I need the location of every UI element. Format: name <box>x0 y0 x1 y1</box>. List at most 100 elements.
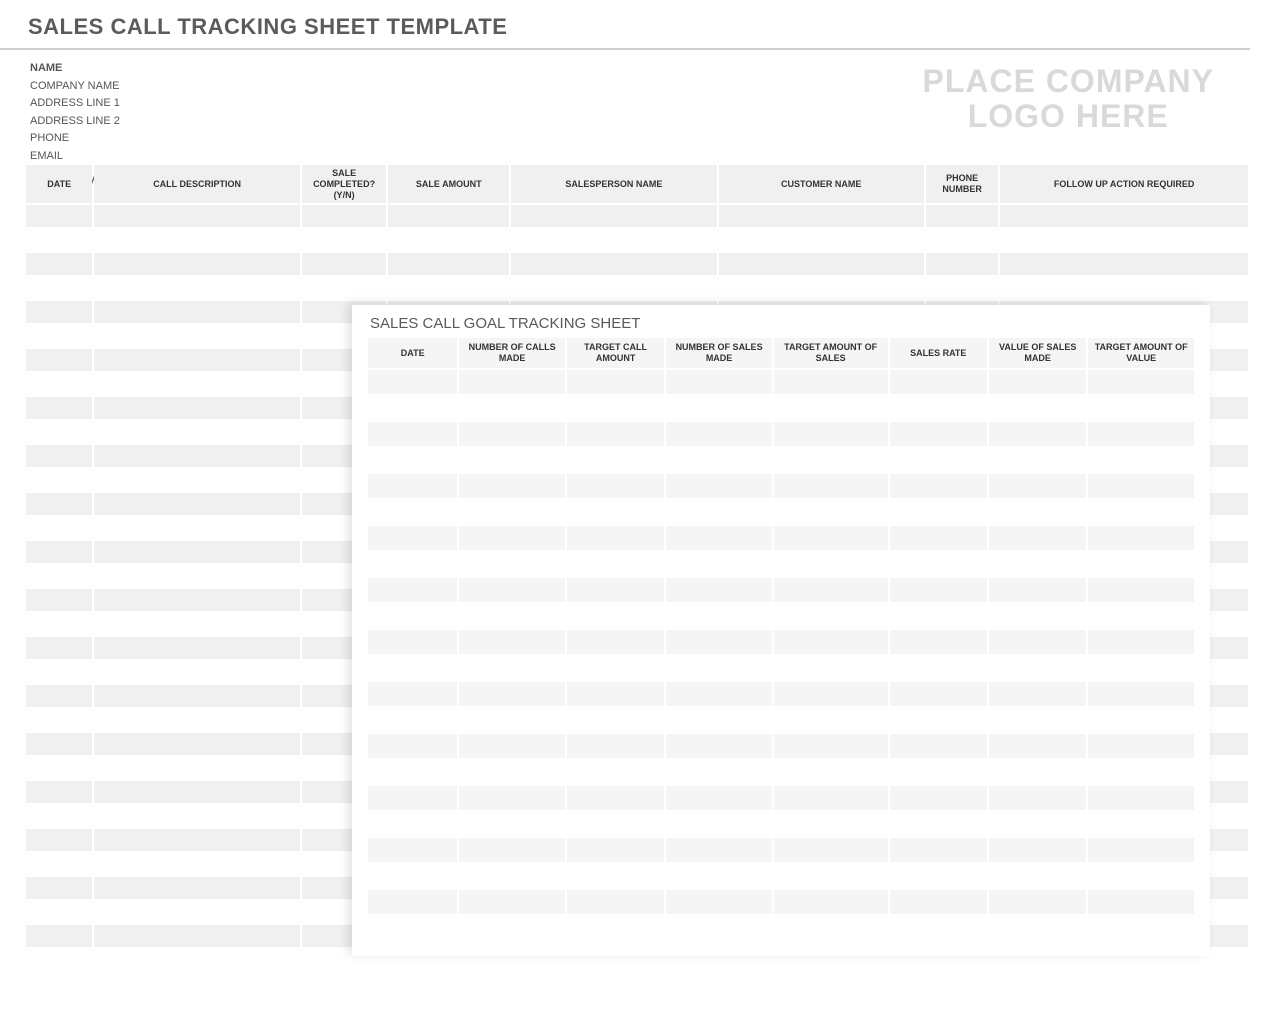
table-cell[interactable] <box>890 656 987 680</box>
table-cell[interactable] <box>774 656 888 680</box>
table-cell[interactable] <box>459 370 565 394</box>
table-cell[interactable] <box>459 708 565 732</box>
table-cell[interactable] <box>774 916 888 940</box>
table-cell[interactable] <box>94 805 299 827</box>
table-cell[interactable] <box>774 630 888 654</box>
table-cell[interactable] <box>989 604 1086 628</box>
table-cell[interactable] <box>1000 229 1248 251</box>
table-cell[interactable] <box>890 500 987 524</box>
table-cell[interactable] <box>989 864 1086 888</box>
table-cell[interactable] <box>666 812 772 836</box>
table-cell[interactable] <box>368 448 457 472</box>
table-cell[interactable] <box>94 373 299 395</box>
table-cell[interactable] <box>1088 552 1194 576</box>
table-cell[interactable] <box>26 709 92 731</box>
table-cell[interactable] <box>567 734 664 758</box>
table-cell[interactable] <box>567 916 664 940</box>
table-cell[interactable] <box>774 682 888 706</box>
table-cell[interactable] <box>774 786 888 810</box>
table-cell[interactable] <box>567 500 664 524</box>
table-cell[interactable] <box>368 916 457 940</box>
table-cell[interactable] <box>94 541 299 563</box>
table-cell[interactable] <box>94 229 299 251</box>
table-cell[interactable] <box>459 786 565 810</box>
table-cell[interactable] <box>26 469 92 491</box>
table-cell[interactable] <box>989 812 1086 836</box>
table-cell[interactable] <box>26 397 92 419</box>
table-cell[interactable] <box>94 493 299 515</box>
table-cell[interactable] <box>94 349 299 371</box>
table-cell[interactable] <box>94 301 299 323</box>
table-cell[interactable] <box>567 864 664 888</box>
table-cell[interactable] <box>511 277 716 299</box>
table-cell[interactable] <box>774 500 888 524</box>
table-row[interactable] <box>368 500 1194 524</box>
table-cell[interactable] <box>459 604 565 628</box>
table-cell[interactable] <box>989 448 1086 472</box>
table-cell[interactable] <box>26 853 92 875</box>
table-cell[interactable] <box>459 552 565 576</box>
table-cell[interactable] <box>567 474 664 498</box>
table-cell[interactable] <box>774 864 888 888</box>
table-cell[interactable] <box>26 325 92 347</box>
table-cell[interactable] <box>94 685 299 707</box>
table-cell[interactable] <box>1088 734 1194 758</box>
table-cell[interactable] <box>459 734 565 758</box>
table-cell[interactable] <box>774 552 888 576</box>
table-cell[interactable] <box>890 760 987 784</box>
table-row[interactable] <box>368 578 1194 602</box>
table-cell[interactable] <box>459 916 565 940</box>
table-cell[interactable] <box>567 656 664 680</box>
table-cell[interactable] <box>94 565 299 587</box>
table-cell[interactable] <box>26 661 92 683</box>
table-cell[interactable] <box>368 552 457 576</box>
table-cell[interactable] <box>989 656 1086 680</box>
table-cell[interactable] <box>989 422 1086 446</box>
table-row[interactable] <box>368 422 1194 446</box>
table-row[interactable] <box>368 474 1194 498</box>
table-cell[interactable] <box>26 445 92 467</box>
table-cell[interactable] <box>774 448 888 472</box>
table-cell[interactable] <box>1088 422 1194 446</box>
table-row[interactable] <box>368 734 1194 758</box>
table-cell[interactable] <box>1088 656 1194 680</box>
table-cell[interactable] <box>1088 630 1194 654</box>
table-cell[interactable] <box>1088 760 1194 784</box>
table-cell[interactable] <box>368 760 457 784</box>
table-cell[interactable] <box>567 526 664 550</box>
table-cell[interactable] <box>890 604 987 628</box>
table-cell[interactable] <box>666 422 772 446</box>
table-row[interactable] <box>368 682 1194 706</box>
table-cell[interactable] <box>459 682 565 706</box>
table-cell[interactable] <box>719 277 924 299</box>
table-cell[interactable] <box>890 786 987 810</box>
table-cell[interactable] <box>774 578 888 602</box>
table-cell[interactable] <box>989 708 1086 732</box>
table-cell[interactable] <box>666 396 772 420</box>
table-cell[interactable] <box>459 500 565 524</box>
table-cell[interactable] <box>926 205 998 227</box>
table-cell[interactable] <box>302 205 387 227</box>
table-cell[interactable] <box>368 656 457 680</box>
table-cell[interactable] <box>567 838 664 862</box>
table-cell[interactable] <box>94 637 299 659</box>
table-cell[interactable] <box>26 877 92 899</box>
table-cell[interactable] <box>26 541 92 563</box>
table-row[interactable] <box>368 656 1194 680</box>
table-cell[interactable] <box>1000 205 1248 227</box>
table-cell[interactable] <box>567 578 664 602</box>
table-cell[interactable] <box>459 630 565 654</box>
table-cell[interactable] <box>926 229 998 251</box>
table-cell[interactable] <box>459 812 565 836</box>
table-cell[interactable] <box>26 493 92 515</box>
table-cell[interactable] <box>666 760 772 784</box>
table-cell[interactable] <box>368 708 457 732</box>
table-cell[interactable] <box>567 812 664 836</box>
table-cell[interactable] <box>94 901 299 923</box>
table-cell[interactable] <box>666 474 772 498</box>
table-cell[interactable] <box>368 370 457 394</box>
table-cell[interactable] <box>302 229 387 251</box>
table-cell[interactable] <box>774 734 888 758</box>
table-cell[interactable] <box>989 500 1086 524</box>
table-cell[interactable] <box>94 253 299 275</box>
